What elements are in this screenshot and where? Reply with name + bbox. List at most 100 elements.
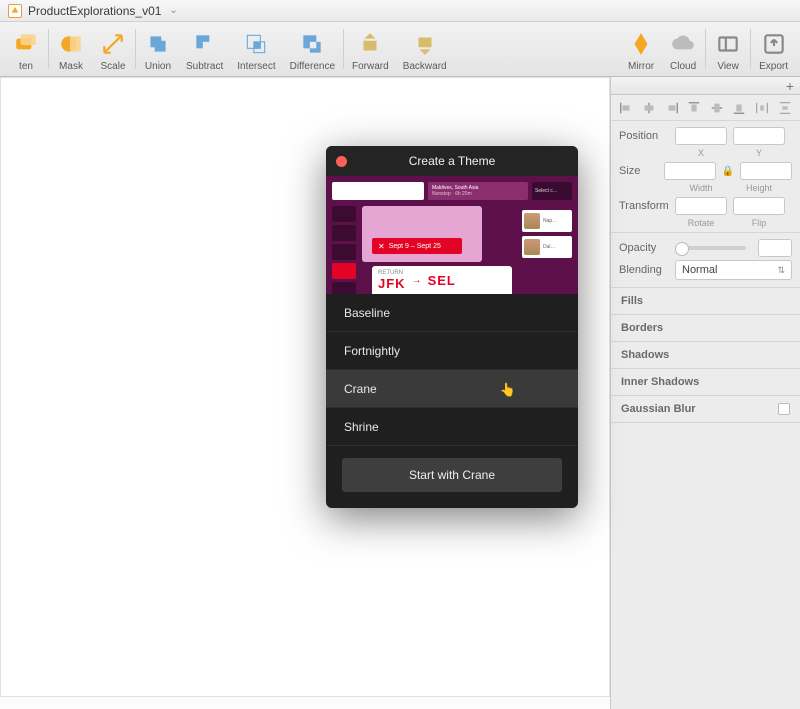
shadows-section[interactable]: Shadows <box>611 342 800 369</box>
cloud-label: Cloud <box>670 61 696 72</box>
mask-button[interactable]: Mask <box>57 30 85 72</box>
union-button[interactable]: Union <box>144 30 172 72</box>
position-y-input[interactable] <box>733 127 785 145</box>
export-button[interactable]: Export <box>759 30 788 72</box>
toolbar: ten Mask Scale Union Subtract Intersect … <box>0 22 800 77</box>
difference-button[interactable]: Difference <box>290 30 335 72</box>
align-top-icon[interactable] <box>686 101 702 115</box>
align-left-icon[interactable] <box>618 101 634 115</box>
forward-label: Forward <box>352 61 389 72</box>
preview-dates: Sept 9 – Sept 25 <box>389 243 441 250</box>
width-sublabel: Width <box>675 183 727 193</box>
fills-label: Fills <box>621 295 643 307</box>
preview-flight-info: Nonstop · 6h 20m <box>432 191 524 197</box>
start-with-theme-button[interactable]: Start with Crane <box>342 458 562 492</box>
cloud-button[interactable]: Cloud <box>669 30 697 72</box>
intersect-label: Intersect <box>237 61 275 72</box>
borders-section[interactable]: Borders <box>611 315 800 342</box>
subtract-label: Subtract <box>186 61 223 72</box>
align-bottom-icon[interactable] <box>731 101 747 115</box>
inspector-panel: + Position XY Size 🔒 Widt <box>610 77 800 709</box>
preview-side2: Dal… <box>543 244 556 250</box>
cursor-icon: 👆 <box>500 382 516 398</box>
blending-label: Blending <box>619 264 669 276</box>
preview-origin: JFK <box>378 276 406 291</box>
gaussian-blur-section[interactable]: Gaussian Blur <box>611 396 800 423</box>
gaussian-blur-label: Gaussian Blur <box>621 403 696 415</box>
align-vcenter-icon[interactable] <box>709 101 725 115</box>
theme-item-crane[interactable]: Crane 👆 <box>326 370 578 408</box>
size-label: Size <box>619 165 658 177</box>
theme-preview: Maldives, South Asia Nonstop · 6h 20m Se… <box>326 176 578 294</box>
rotate-input[interactable] <box>675 197 727 215</box>
align-hcenter-icon[interactable] <box>641 101 657 115</box>
backward-button[interactable]: Backward <box>403 30 447 72</box>
inner-shadows-label: Inner Shadows <box>621 376 699 388</box>
height-sublabel: Height <box>733 183 785 193</box>
theme-item-fortnightly[interactable]: Fortnightly <box>326 332 578 370</box>
preview-select: Select c… <box>535 188 558 194</box>
theme-label: Shrine <box>344 420 379 434</box>
gaussian-blur-checkbox[interactable] <box>778 403 790 415</box>
theme-list: Baseline Fortnightly Crane 👆 Shrine <box>326 294 578 446</box>
theme-label: Baseline <box>344 306 390 320</box>
position-x-input[interactable] <box>675 127 727 145</box>
theme-item-baseline[interactable]: Baseline <box>326 294 578 332</box>
export-label: Export <box>759 61 788 72</box>
blending-value: Normal <box>682 264 717 276</box>
document-icon <box>8 4 22 18</box>
view-label: View <box>717 61 739 72</box>
flip-sublabel: Flip <box>733 218 785 228</box>
union-label: Union <box>145 61 171 72</box>
mirror-label: Mirror <box>628 61 654 72</box>
forward-button[interactable]: Forward <box>352 30 389 72</box>
theme-item-shrine[interactable]: Shrine <box>326 408 578 446</box>
height-input[interactable] <box>740 162 792 180</box>
chevron-down-icon[interactable]: ⌄ <box>169 5 177 16</box>
x-sublabel: X <box>675 148 727 158</box>
backward-label: Backward <box>403 61 447 72</box>
flatten-button[interactable]: ten <box>12 30 40 72</box>
opacity-slider[interactable] <box>675 246 746 250</box>
transform-label: Transform <box>619 200 669 212</box>
lock-icon[interactable]: 🔒 <box>722 166 734 177</box>
difference-label: Difference <box>290 61 335 72</box>
flip-input[interactable] <box>733 197 785 215</box>
blending-select[interactable]: Normal ⇅ <box>675 260 792 280</box>
opacity-input[interactable] <box>758 239 792 257</box>
preview-dest: SEL <box>428 273 456 288</box>
mask-label: Mask <box>59 61 83 72</box>
fills-section[interactable]: Fills <box>611 288 800 315</box>
create-theme-modal: Create a Theme Maldives, South Asia Nons… <box>326 146 578 508</box>
close-pill-icon: ✕ <box>378 242 385 251</box>
close-icon[interactable] <box>336 156 347 167</box>
shadows-label: Shadows <box>621 349 669 361</box>
alignment-row <box>611 95 800 121</box>
y-sublabel: Y <box>733 148 785 158</box>
borders-label: Borders <box>621 322 663 334</box>
window-titlebar: ProductExplorations_v01 ⌄ <box>0 0 800 22</box>
add-tab-button[interactable]: + <box>611 77 800 95</box>
position-label: Position <box>619 130 669 142</box>
distribute-v-icon[interactable] <box>777 101 793 115</box>
scale-button[interactable]: Scale <box>99 30 127 72</box>
width-input[interactable] <box>664 162 716 180</box>
scale-label: Scale <box>100 61 125 72</box>
mirror-button[interactable]: Mirror <box>627 30 655 72</box>
select-arrows-icon: ⇅ <box>777 265 785 276</box>
opacity-label: Opacity <box>619 242 669 254</box>
flatten-label: ten <box>19 61 33 72</box>
distribute-h-icon[interactable] <box>754 101 770 115</box>
modal-title: Create a Theme <box>409 154 496 168</box>
theme-label: Crane <box>344 382 377 396</box>
subtract-button[interactable]: Subtract <box>186 30 223 72</box>
arrow-icon: → <box>412 275 422 286</box>
inner-shadows-section[interactable]: Inner Shadows <box>611 369 800 396</box>
theme-label: Fortnightly <box>344 344 400 358</box>
intersect-button[interactable]: Intersect <box>237 30 275 72</box>
plus-icon: + <box>786 78 794 94</box>
align-right-icon[interactable] <box>664 101 680 115</box>
preview-side1: Nap… <box>543 218 557 224</box>
view-button[interactable]: View <box>714 30 742 72</box>
rotate-sublabel: Rotate <box>675 218 727 228</box>
